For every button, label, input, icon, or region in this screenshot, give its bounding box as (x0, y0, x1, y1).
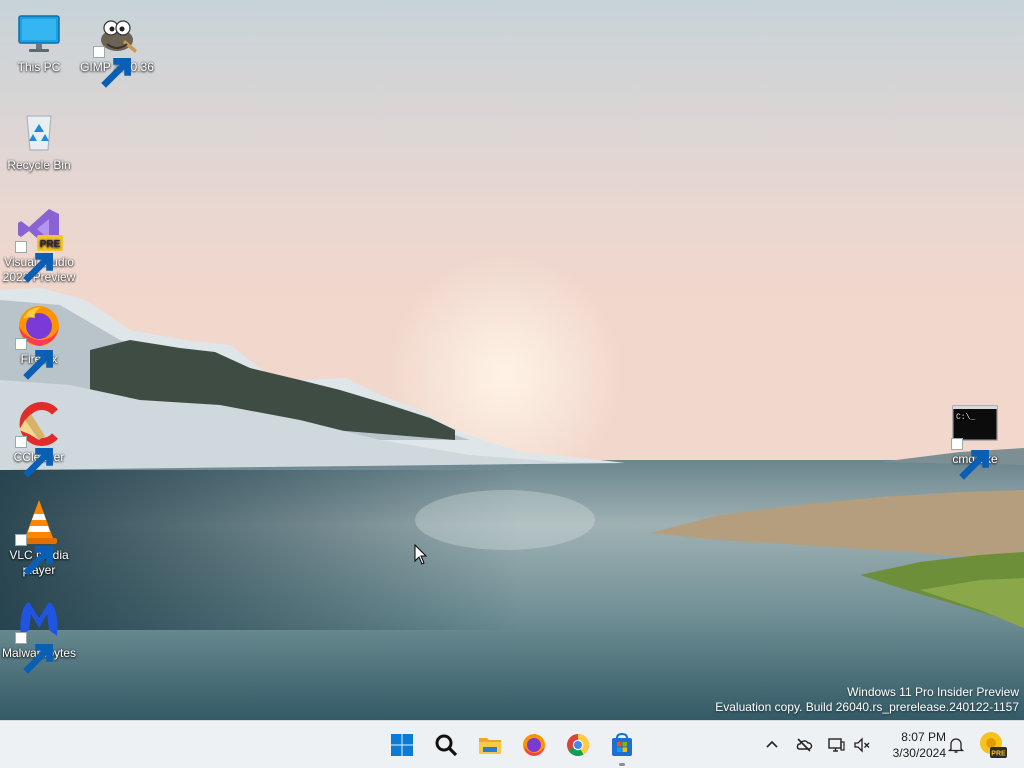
gimp-icon (93, 10, 141, 88)
wallpaper (0, 0, 1024, 720)
search-icon (435, 734, 458, 757)
taskbar-file-explorer[interactable] (472, 727, 508, 763)
taskbar-search-button[interactable] (428, 727, 464, 763)
taskbar-firefox[interactable] (516, 727, 552, 763)
preview-badge-icon: PRE (980, 732, 1007, 758)
shortcut-arrow-icon (15, 534, 53, 576)
shortcut-arrow-icon (15, 632, 53, 674)
taskbar-start-button[interactable] (384, 727, 420, 763)
svg-text:PRE: PRE (991, 751, 1006, 758)
desktop-icon-recycle-bin[interactable]: Recycle Bin (0, 108, 78, 173)
firefox-icon (523, 734, 545, 756)
desktop-icon-visual-studio[interactable]: PRE Visual Studio 2022 Preview (0, 205, 78, 285)
mouse-cursor-icon (414, 544, 428, 565)
shortcut-arrow-icon (15, 338, 53, 380)
shortcut-arrow-icon (951, 438, 989, 480)
tray-notifications[interactable] (944, 733, 968, 757)
tray-onedrive[interactable] (792, 733, 816, 757)
tray-network[interactable] (824, 733, 848, 757)
network-icon (828, 738, 845, 752)
clock-time: 8:07 PM (901, 730, 946, 744)
chrome-icon (567, 734, 589, 756)
desktop-icon-ccleaner[interactable]: CCleaner (0, 400, 78, 478)
visual-studio-icon: PRE (15, 205, 63, 283)
desktop-icon-this-pc[interactable]: This PC (0, 10, 78, 75)
desktop-icon-cmd[interactable]: C:\_ cmd.exe (936, 402, 1014, 480)
volume-muted-icon (854, 737, 870, 753)
desktop-icon-vlc[interactable]: VLC media player (0, 498, 78, 578)
folder-icon (479, 738, 501, 754)
bell-icon (947, 738, 965, 753)
store-icon (612, 732, 632, 756)
tray-insider-preview-badge[interactable]: PRE (978, 730, 1008, 760)
watermark-edition: Windows 11 Pro Insider Preview (847, 685, 1019, 699)
desktop-icon-malwarebytes[interactable]: Malwarebytes (0, 596, 78, 674)
monitor-icon (15, 10, 63, 58)
svg-text:C:\_: C:\_ (956, 413, 975, 422)
tray-overflow-button[interactable] (760, 733, 784, 757)
shortcut-arrow-icon (15, 241, 53, 283)
recycle-bin-icon (15, 108, 63, 156)
desktop-icon-label: Recycle Bin (7, 158, 71, 172)
shortcut-arrow-icon (15, 436, 53, 478)
desktop-icon-firefox[interactable]: Firefox (0, 302, 78, 380)
cmd-icon: C:\_ (951, 402, 999, 480)
chevron-up-icon (766, 740, 778, 748)
tray-volume[interactable] (850, 733, 874, 757)
watermark-build: Evaluation copy. Build 26040.rs_prerelea… (715, 700, 1019, 714)
tray-clock[interactable]: 8:07 PM 3/30/2024 (880, 729, 946, 761)
clock-date: 3/30/2024 (892, 746, 946, 760)
ccleaner-icon (15, 400, 63, 478)
windows-start-icon (391, 734, 413, 756)
desktop-icon-label: This PC (17, 60, 61, 74)
firefox-icon (15, 302, 63, 380)
malwarebytes-icon (15, 596, 63, 674)
cloud-off-icon (796, 738, 813, 752)
taskbar: 8:07 PM 3/30/2024 PRE (0, 720, 1024, 768)
vlc-icon (15, 498, 63, 576)
evaluation-watermark: Windows 11 Pro Insider Preview Evaluatio… (715, 685, 1019, 715)
taskbar-chrome[interactable] (560, 727, 596, 763)
desktop[interactable]: This PC GIMP 2.10.36 Recycle Bin PRE Vis… (0, 0, 1024, 720)
shortcut-arrow-icon (93, 46, 131, 88)
desktop-icon-gimp[interactable]: GIMP 2.10.36 (78, 10, 156, 88)
taskbar-microsoft-store[interactable] (604, 727, 640, 766)
